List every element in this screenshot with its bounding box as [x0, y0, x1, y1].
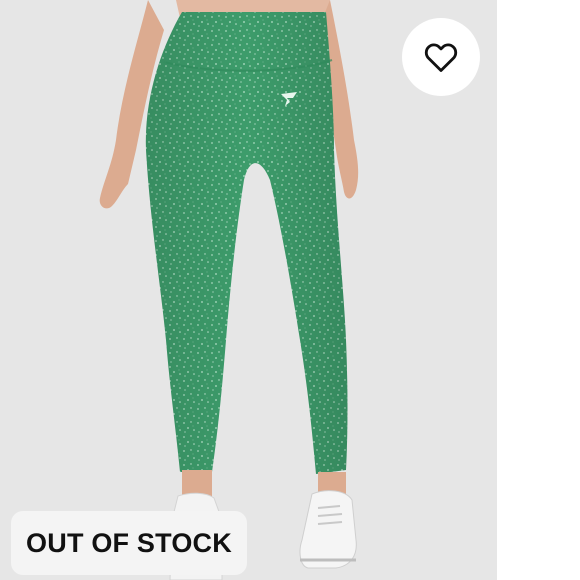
stock-status-label: OUT OF STOCK [26, 527, 232, 558]
image-margin [497, 0, 580, 580]
stock-status-badge: OUT OF STOCK [11, 511, 247, 575]
heart-outline-icon [424, 43, 458, 72]
product-listing-card[interactable]: OUT OF STOCK [0, 0, 580, 580]
model-right-shoe [299, 490, 357, 569]
favorite-button[interactable] [402, 18, 480, 96]
